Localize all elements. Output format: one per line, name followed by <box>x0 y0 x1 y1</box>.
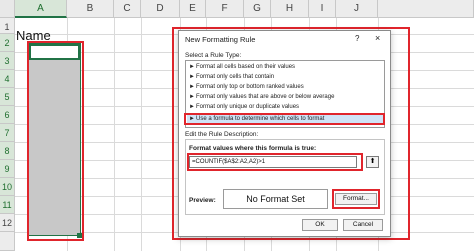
rule-type-item-label: Format only top or bottom ranked values <box>196 84 304 90</box>
row-header-2[interactable]: 2 <box>0 34 15 52</box>
collapse-arrow-icon: ⬆ <box>369 158 376 165</box>
row-header-8[interactable]: 8 <box>0 142 15 160</box>
rule-type-item[interactable]: ►Format only cells that contain <box>189 74 274 80</box>
highlight-box-format-button <box>332 189 380 209</box>
help-button[interactable]: ? <box>355 34 359 43</box>
column-header-f[interactable]: F <box>206 0 244 18</box>
rule-type-item[interactable]: ►Format only values that are above or be… <box>189 94 334 100</box>
column-header-i[interactable]: I <box>309 0 336 18</box>
column-header-j[interactable]: J <box>336 0 378 18</box>
rule-type-item-label: Format only cells that contain <box>196 74 275 80</box>
row-header-7[interactable]: 7 <box>0 124 15 142</box>
rule-type-item[interactable]: ►Format only unique or duplicate values <box>189 104 299 110</box>
row-header-5[interactable]: 5 <box>0 88 15 106</box>
select-rule-type-label: Select a Rule Type: <box>185 52 242 59</box>
highlight-box-rule-type <box>184 113 385 125</box>
ok-button[interactable]: OK <box>302 219 338 231</box>
column-header-a[interactable]: A <box>15 0 67 18</box>
preview-label: Preview: <box>189 197 216 204</box>
row-header-1[interactable]: 1 <box>0 18 15 34</box>
column-header-e[interactable]: E <box>180 0 206 18</box>
column-header-blank[interactable] <box>378 0 474 18</box>
arrow-icon: ► <box>189 64 195 70</box>
rule-type-item[interactable]: ►Format all cells based on their values <box>189 64 295 70</box>
row-header-6[interactable]: 6 <box>0 106 15 124</box>
column-header-d[interactable]: D <box>141 0 180 18</box>
row-header-10[interactable]: 10 <box>0 178 15 196</box>
arrow-icon: ► <box>189 74 195 80</box>
arrow-icon: ► <box>189 104 195 110</box>
column-header-b[interactable]: B <box>67 0 114 18</box>
highlight-box-formula <box>187 153 363 171</box>
cancel-button[interactable]: Cancel <box>343 219 383 231</box>
range-selector-button[interactable]: ⬆ <box>366 156 379 168</box>
dialog-title: New Formatting Rule <box>185 35 256 44</box>
close-button[interactable]: × <box>375 33 380 43</box>
column-header-g[interactable]: G <box>244 0 271 18</box>
format-preview: No Format Set <box>223 189 328 209</box>
highlight-box-range <box>27 41 84 241</box>
row-header-12[interactable]: 12 <box>0 214 15 232</box>
edit-rule-description-label: Edit the Rule Description: <box>185 131 259 138</box>
rule-type-item[interactable]: ►Format only top or bottom ranked values <box>189 84 304 90</box>
rule-type-item-label: Format only unique or duplicate values <box>196 104 300 110</box>
row-header-11[interactable]: 11 <box>0 196 15 214</box>
row-header-13[interactable] <box>0 232 15 251</box>
new-formatting-rule-dialog: New Formatting Rule ? × Select a Rule Ty… <box>178 30 391 237</box>
arrow-icon: ► <box>189 84 195 90</box>
row-header-3[interactable]: 3 <box>0 52 15 70</box>
row-header-4[interactable]: 4 <box>0 70 15 88</box>
arrow-icon: ► <box>189 94 195 100</box>
rule-type-item-label: Format only values that are above or bel… <box>196 94 335 100</box>
column-header-c[interactable]: C <box>114 0 141 18</box>
formula-label: Format values where this formula is true… <box>189 145 317 152</box>
select-all-corner[interactable] <box>0 0 15 18</box>
rule-type-item-label: Format all cells based on their values <box>196 64 296 70</box>
row-header-9[interactable]: 9 <box>0 160 15 178</box>
column-header-h[interactable]: H <box>271 0 309 18</box>
